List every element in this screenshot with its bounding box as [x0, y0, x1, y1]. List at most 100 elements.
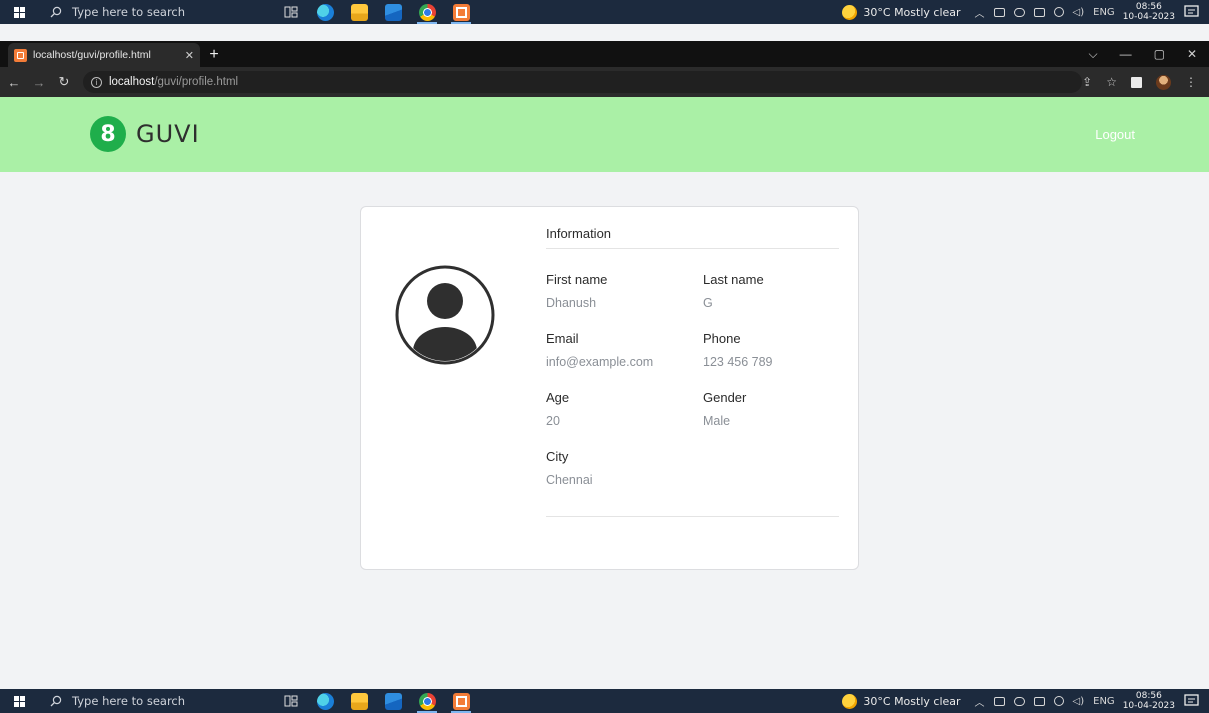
network-globe-icon[interactable]: [1053, 696, 1064, 706]
new-tab-button[interactable]: +: [202, 43, 226, 67]
mail-icon: [384, 692, 402, 710]
information-heading: Information: [546, 226, 839, 249]
first-name-field: First name Dhanush: [546, 272, 703, 311]
tab-search-chevron-icon[interactable]: ⌵: [1088, 47, 1097, 62]
battery-icon[interactable]: [1033, 7, 1045, 17]
taskbar-search[interactable]: Type here to search: [38, 0, 270, 24]
device-icon[interactable]: [993, 7, 1005, 17]
forward-arrow-icon[interactable]: →: [28, 71, 50, 93]
cloud-icon[interactable]: [1013, 7, 1025, 17]
mail-icon: [384, 3, 402, 21]
kebab-menu-icon[interactable]: ⋮: [1185, 75, 1197, 89]
taskbar-top: Type here to search 30°C Mostly clear ︿ …: [0, 0, 1209, 24]
site-info-icon[interactable]: i: [90, 76, 102, 88]
clock-date: 10-04-2023: [1122, 701, 1175, 711]
edge-app[interactable]: [308, 0, 342, 24]
chrome-app[interactable]: [410, 689, 444, 713]
phone-field: Phone 123 456 789: [703, 331, 839, 370]
mail-app[interactable]: [376, 689, 410, 713]
url-path: /guvi/profile.html: [154, 76, 239, 88]
network-globe-icon[interactable]: [1053, 7, 1064, 17]
address-bar[interactable]: i localhost/guvi/profile.html: [82, 71, 1083, 93]
bookmark-star-icon[interactable]: ☆: [1106, 75, 1117, 89]
gender-value: Male: [703, 414, 731, 428]
xampp-app[interactable]: [444, 689, 478, 713]
chrome-app[interactable]: [410, 0, 444, 24]
maximize-icon[interactable]: ▢: [1154, 47, 1165, 61]
email-field: Email info@example.com: [546, 331, 703, 370]
user-avatar-icon: [395, 265, 495, 365]
xampp-app[interactable]: [444, 0, 478, 24]
file-explorer-app[interactable]: [342, 689, 376, 713]
device-icon[interactable]: [993, 696, 1005, 706]
taskbar-apps: [274, 689, 478, 713]
profile-avatar-icon[interactable]: [1156, 74, 1171, 90]
start-button[interactable]: [0, 689, 38, 713]
system-tray: ︿ ◁) ENG: [975, 694, 1115, 709]
folder-icon: [350, 3, 368, 21]
browser-tab[interactable]: localhost/guvi/profile.html ✕: [8, 43, 200, 67]
close-window-icon[interactable]: ✕: [1187, 47, 1197, 61]
search-icon: [50, 695, 62, 707]
minimize-icon[interactable]: —: [1120, 47, 1132, 61]
taskbar-search[interactable]: Type here to search: [38, 689, 270, 713]
last-name-label: Last name: [703, 272, 764, 287]
reload-icon[interactable]: ↻: [53, 71, 75, 93]
age-field: Age 20: [546, 390, 703, 429]
brand-name: GUVI: [136, 120, 200, 148]
folder-icon: [350, 692, 368, 710]
weather-widget[interactable]: 30°C Mostly clear: [842, 693, 961, 709]
notifications-button[interactable]: [1183, 692, 1201, 710]
weather-icon: [842, 693, 858, 709]
language-indicator[interactable]: ENG: [1093, 7, 1115, 18]
phone-value: 123 456 789: [703, 355, 773, 369]
browser-toolbar: ← → ↻ i localhost/guvi/profile.html ⇪ ☆ …: [0, 67, 1209, 97]
notification-icon: [1184, 5, 1199, 17]
start-button[interactable]: [0, 0, 38, 24]
xampp-icon: [452, 3, 470, 21]
clock-date: 10-04-2023: [1122, 12, 1175, 22]
email-value: info@example.com: [546, 355, 654, 369]
volume-icon[interactable]: ◁): [1073, 696, 1085, 707]
cloud-icon[interactable]: [1013, 696, 1025, 706]
xampp-icon: [452, 692, 470, 710]
share-icon[interactable]: ⇪: [1082, 75, 1092, 89]
chevron-up-icon[interactable]: ︿: [975, 694, 985, 709]
edge-app[interactable]: [308, 689, 342, 713]
notifications-button[interactable]: [1183, 3, 1201, 21]
clock[interactable]: 08:56 10-04-2023: [1123, 691, 1175, 711]
task-view-icon: [284, 695, 298, 707]
windows-logo-icon: [13, 6, 25, 18]
volume-icon[interactable]: ◁): [1073, 7, 1085, 18]
profile-card: Information First name Dhanush Last name…: [360, 206, 859, 570]
weather-widget[interactable]: 30°C Mostly clear: [842, 4, 961, 20]
clock-time: 08:56: [1135, 2, 1162, 12]
task-view-button[interactable]: [274, 689, 308, 713]
clock[interactable]: 08:56 10-04-2023: [1123, 2, 1175, 22]
brand[interactable]: 8 GUVI: [90, 116, 200, 152]
chevron-up-icon[interactable]: ︿: [975, 5, 985, 20]
language-indicator[interactable]: ENG: [1093, 696, 1115, 707]
system-tray: ︿ ◁) ENG: [975, 5, 1115, 20]
search-icon: [50, 6, 62, 18]
city-value: Chennai: [546, 473, 593, 487]
gender-label: Gender: [703, 390, 747, 405]
taskbar-search-placeholder: Type here to search: [72, 694, 186, 708]
file-explorer-app[interactable]: [342, 0, 376, 24]
url-host: localhost: [108, 76, 155, 88]
battery-icon[interactable]: [1033, 696, 1045, 706]
task-view-button[interactable]: [274, 0, 308, 24]
logout-link[interactable]: Logout: [1095, 127, 1135, 142]
back-arrow-icon[interactable]: ←: [3, 71, 25, 93]
mail-app[interactable]: [376, 0, 410, 24]
edge-icon: [316, 692, 334, 710]
city-field: City Chennai: [546, 449, 703, 488]
email-label: Email: [546, 331, 579, 346]
profile-fields: First name Dhanush Last name G Email inf…: [546, 272, 839, 488]
city-label: City: [546, 449, 569, 464]
tab-close-icon[interactable]: ✕: [185, 49, 194, 62]
browser-tab-strip: localhost/guvi/profile.html ✕ + ⌵ — ▢ ✕: [0, 41, 1209, 67]
tab-title: localhost/guvi/profile.html: [33, 49, 151, 61]
last-name-value: G: [703, 296, 713, 310]
side-panel-icon[interactable]: [1131, 76, 1142, 88]
